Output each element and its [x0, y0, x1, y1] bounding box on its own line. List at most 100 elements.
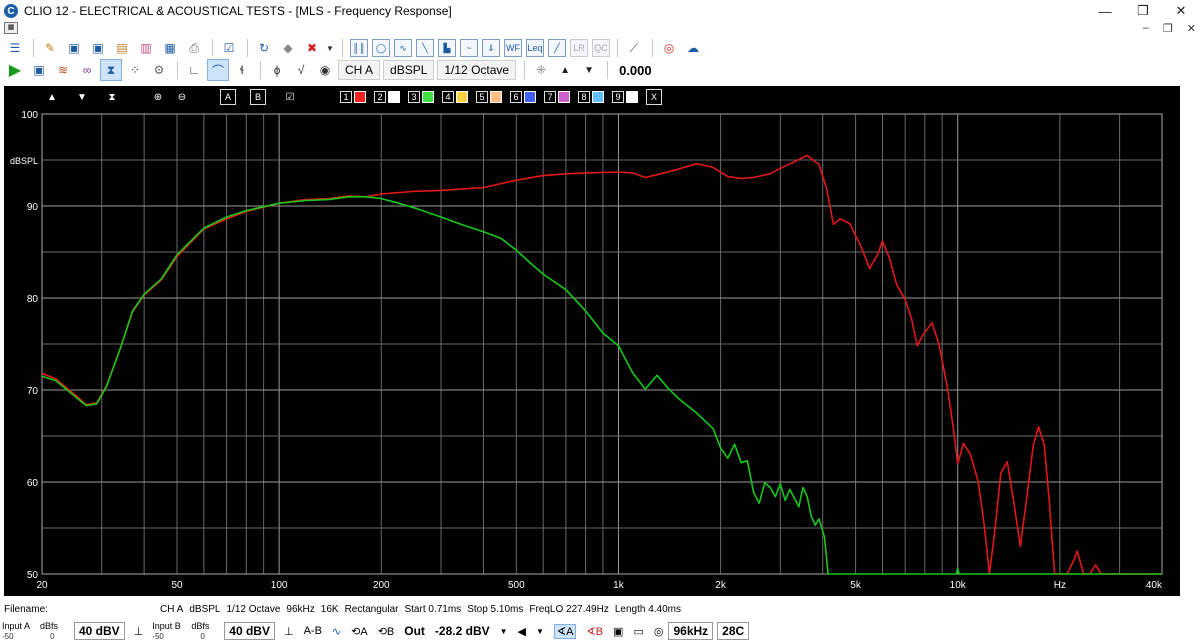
status-info-item: dBSPL: [189, 604, 221, 615]
close-button[interactable]: ✕: [1162, 0, 1200, 22]
phantom-b-icon[interactable]: ∢B: [586, 625, 603, 638]
checklist-icon[interactable]: ☑: [218, 37, 240, 59]
pan-icon[interactable]: ⁜: [530, 59, 552, 81]
scale-icon[interactable]: ⁘: [124, 59, 146, 81]
samplerate-value[interactable]: 96kHz: [668, 622, 714, 640]
tape-icon[interactable]: ▣: [613, 625, 623, 638]
trace-toggle[interactable]: 1: [340, 91, 366, 103]
open-icon[interactable]: ✎: [39, 37, 61, 59]
play-icon[interactable]: ▶: [4, 59, 26, 81]
marker-b-button[interactable]: B: [250, 89, 266, 105]
trace-toggle[interactable]: 6: [510, 91, 536, 103]
loop-infinity-icon[interactable]: ∞: [76, 59, 98, 81]
save-icon[interactable]: ▣: [63, 37, 85, 59]
speaker-icon[interactable]: ◉: [314, 59, 336, 81]
filter-icon[interactable]: √: [290, 59, 312, 81]
trace-toggle[interactable]: 8: [578, 91, 604, 103]
status-info-item: Length 4.40ms: [614, 604, 682, 615]
fft-icon[interactable]: ║║: [350, 39, 368, 57]
down-arrow-icon[interactable]: ▼: [578, 59, 600, 81]
delete-icon[interactable]: ✖: [301, 37, 323, 59]
offset-value[interactable]: 0.000: [619, 63, 652, 78]
a-minus-b-button[interactable]: A-B: [304, 625, 322, 637]
close-traces-button[interactable]: X: [646, 89, 662, 105]
volume-dropdown-icon[interactable]: ▼: [536, 627, 544, 636]
output-level[interactable]: -28.2 dBV: [435, 624, 490, 638]
export-image-icon[interactable]: ▥: [135, 37, 157, 59]
wf-icon[interactable]: WF: [504, 39, 522, 57]
zoom-in-icon[interactable]: ⊕: [150, 89, 166, 105]
mls-icon[interactable]: ∿: [394, 39, 412, 57]
scroll-up-icon[interactable]: ▲: [44, 89, 60, 105]
maximize-button[interactable]: ❐: [1124, 0, 1162, 22]
menu-icon[interactable]: ☰: [4, 37, 26, 59]
export-icon[interactable]: ▤: [111, 37, 133, 59]
delete-dropdown-icon[interactable]: ▼: [325, 37, 335, 59]
cloud-settings-icon[interactable]: ☁: [682, 37, 704, 59]
notes-icon[interactable]: ▦: [159, 37, 181, 59]
trace-toggle[interactable]: 7: [544, 91, 570, 103]
status-info-item: Rectangular: [344, 604, 399, 615]
scroll-down-icon[interactable]: ▼: [74, 89, 90, 105]
refresh-icon[interactable]: ↻: [253, 37, 275, 59]
eraser-icon[interactable]: ◆: [277, 37, 299, 59]
mdi-restore-button[interactable]: ❐: [1163, 22, 1173, 35]
link-icon[interactable]: ▭: [633, 625, 643, 638]
minimize-button[interactable]: —: [1086, 0, 1124, 22]
zoom-out-icon[interactable]: ⊖: [174, 89, 190, 105]
channel-select[interactable]: CH A: [338, 60, 381, 80]
trace-toggle[interactable]: 3: [408, 91, 434, 103]
save-measure-icon[interactable]: ▣: [28, 59, 50, 81]
help-icon[interactable]: ◎: [658, 37, 680, 59]
volume-icon[interactable]: ◀: [518, 625, 526, 638]
waterfall-icon[interactable]: ▙: [438, 39, 456, 57]
sinusoidal-icon[interactable]: ╲: [416, 39, 434, 57]
lr-icon[interactable]: LR: [570, 39, 588, 57]
save-as-icon[interactable]: ▣: [87, 37, 109, 59]
trace-toggle[interactable]: 5: [476, 91, 502, 103]
slope-icon[interactable]: ╱: [548, 39, 566, 57]
input-a-settings-icon[interactable]: ⊥: [134, 625, 144, 638]
phantom-a-icon[interactable]: ∢A: [553, 623, 577, 639]
status-info-item: 96kHz: [286, 604, 315, 615]
unit-select[interactable]: dBSPL: [383, 60, 435, 80]
input-a-range[interactable]: 40 dBV: [74, 622, 125, 640]
phase-icon[interactable]: ɬ: [231, 59, 253, 81]
generator-icon[interactable]: ∿: [332, 625, 341, 638]
up-arrow-icon[interactable]: ▲: [554, 59, 576, 81]
x-tick-label: 50: [171, 580, 183, 591]
multimeter-icon[interactable]: ⇓: [482, 39, 500, 57]
ruler-icon[interactable]: ⟋: [623, 37, 645, 59]
output-dropdown-icon[interactable]: ▼: [500, 627, 508, 636]
frequency-response-plot[interactable]: 1009080706050dBSPL20 50 100 200 500 1k 2k 5k 10k…: [4, 86, 1180, 596]
autoscale-icon[interactable]: ⧗: [100, 59, 122, 81]
settings-gear-icon[interactable]: ⚙: [148, 59, 170, 81]
smoothing-select[interactable]: 1/12 Octave: [437, 60, 517, 80]
input-b-settings-icon[interactable]: ⊥: [284, 625, 294, 638]
qc-icon[interactable]: QC: [592, 39, 610, 57]
graph-area[interactable]: 100 90 80 70 60 50 dBSPL 20 50 100 200 500 1k 2k 5k 10k…: [4, 86, 1180, 596]
trace-toggle[interactable]: 4: [442, 91, 468, 103]
mdi-minimize-button[interactable]: –: [1143, 22, 1149, 35]
marker-a-button[interactable]: A: [220, 89, 236, 105]
trace-color-swatch: [592, 91, 604, 103]
headphone-icon[interactable]: ◎: [654, 625, 664, 638]
mdi-system-icon[interactable]: ▦: [4, 22, 18, 34]
input-b-range[interactable]: 40 dBV: [224, 622, 275, 640]
status-info-item: 1/12 Octave: [226, 604, 281, 615]
trace-toggle[interactable]: 9: [612, 91, 638, 103]
print-icon[interactable]: ⎙: [183, 37, 205, 59]
leq-icon[interactable]: Leq: [526, 39, 544, 57]
loop-a-icon[interactable]: ⟲A: [351, 625, 368, 638]
microphone-icon[interactable]: ɸ: [266, 59, 288, 81]
loop-icon[interactable]: ◯: [372, 39, 390, 57]
frequency-icon[interactable]: ⌒: [207, 59, 229, 81]
spectrum-icon[interactable]: ≋: [52, 59, 74, 81]
mdi-close-button[interactable]: ✕: [1187, 22, 1196, 35]
expand-icon[interactable]: ⧗: [104, 89, 120, 105]
notes-check-icon[interactable]: ☑: [282, 89, 298, 105]
sine-icon[interactable]: ~: [460, 39, 478, 57]
impulse-icon[interactable]: ∟: [183, 59, 205, 81]
trace-toggle[interactable]: 2: [374, 91, 400, 103]
loop-b-icon[interactable]: ⟲B: [378, 625, 395, 638]
